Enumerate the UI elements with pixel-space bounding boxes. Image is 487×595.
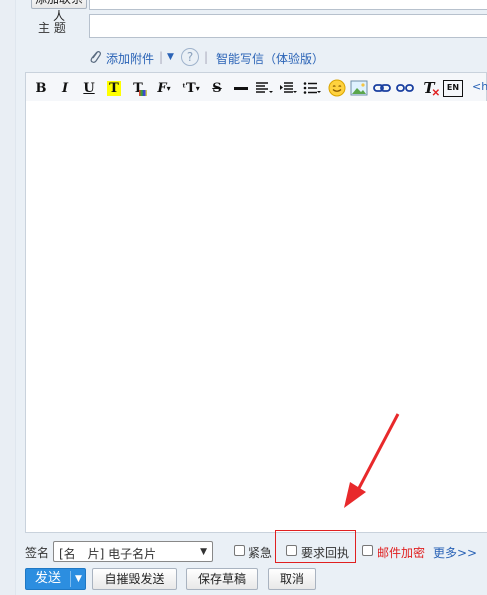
strikethrough-button[interactable]: S xyxy=(206,77,228,99)
font-family-label: F xyxy=(157,80,167,96)
align-button[interactable] xyxy=(252,77,276,99)
remove-link-button[interactable] xyxy=(394,77,416,99)
smiley-face-icon xyxy=(328,79,346,97)
signature-select[interactable]: [名 片] 电子名片 ▼ xyxy=(53,541,213,562)
recipient-row: 添加联系人 xyxy=(25,0,487,23)
en-translate-icon: EN xyxy=(443,79,463,97)
underline-button[interactable]: U xyxy=(78,77,100,99)
recipient-input[interactable] xyxy=(89,0,487,10)
send-button-group: 发送 ▼ xyxy=(25,568,86,590)
encrypt-label: 邮件加密 xyxy=(377,546,426,560)
bullet-list-icon xyxy=(303,82,321,94)
subject-label: 主 题 xyxy=(38,21,66,35)
align-left-icon xyxy=(256,82,273,93)
chevron-down-icon: ▼ xyxy=(200,547,207,557)
indent-button[interactable] xyxy=(276,77,300,99)
urgent-label: 紧急 xyxy=(248,546,273,560)
signature-label: 签名 xyxy=(25,546,50,560)
font-color-button[interactable]: T xyxy=(103,77,125,99)
font-family-button[interactable]: F ▾ xyxy=(152,77,176,99)
paperclip-icon[interactable] xyxy=(88,49,102,68)
insert-image-button[interactable] xyxy=(348,77,370,99)
font-color-label: T xyxy=(107,80,121,96)
cancel-button[interactable]: 取消 xyxy=(268,568,316,590)
red-arrow-annotation xyxy=(344,413,400,508)
font-size-button[interactable]: ᵗ T ▾ xyxy=(178,77,204,99)
background-color-button[interactable]: T xyxy=(127,77,149,99)
list-button[interactable] xyxy=(300,77,324,99)
editor-toolbar: B I U T T F ▾ ᵗ T ▾ S T ✕ EN <h xyxy=(25,72,487,102)
attachment-row: 添加附件 | ▼ ? | 智能写信（体验版） xyxy=(88,48,487,68)
signature-selected-value: [名 片] 电子名片 xyxy=(59,547,157,561)
color-swatch-icon xyxy=(139,90,147,96)
save-draft-button[interactable]: 保存草稿 xyxy=(186,568,258,590)
self-destruct-send-button[interactable]: 自摧毁发送 xyxy=(92,568,177,590)
emoji-button[interactable] xyxy=(326,77,348,99)
smart-write-link[interactable]: 智能写信（体验版） xyxy=(216,50,324,67)
dropdown-arrow-icon[interactable]: ▼ xyxy=(167,52,174,62)
editor-body[interactable] xyxy=(25,101,487,533)
separator: | xyxy=(159,50,164,64)
subject-input[interactable] xyxy=(89,14,487,38)
bold-button[interactable]: B xyxy=(30,77,52,99)
unlink-icon xyxy=(396,84,414,92)
horizontal-rule-button[interactable] xyxy=(230,77,252,99)
font-size-label: T xyxy=(186,80,196,96)
html-source-toggle[interactable]: <h xyxy=(472,80,487,93)
translate-button[interactable]: EN xyxy=(442,77,464,99)
help-icon[interactable]: ? xyxy=(181,48,199,66)
urgent-checkbox[interactable] xyxy=(234,545,245,556)
indent-icon xyxy=(280,82,297,93)
clear-format-button[interactable]: T ✕ xyxy=(418,77,440,99)
encrypt-checkbox[interactable] xyxy=(362,545,373,556)
insert-link-button[interactable] xyxy=(371,77,393,99)
separator: | xyxy=(204,50,209,64)
more-options-link[interactable]: 更多>> xyxy=(433,544,477,561)
image-icon xyxy=(350,80,368,96)
add-attachment-link[interactable]: 添加附件 xyxy=(106,50,154,67)
read-receipt-checkbox[interactable] xyxy=(286,545,297,556)
send-button[interactable]: 发送 xyxy=(26,569,70,589)
send-options-dropdown[interactable]: ▼ xyxy=(71,569,86,589)
subject-row: 主 题 xyxy=(25,14,487,38)
link-icon xyxy=(373,84,391,92)
action-row: 发送 ▼ 自摧毁发送 保存草稿 取消 xyxy=(25,568,487,592)
horizontal-rule-icon xyxy=(234,86,248,90)
read-receipt-label: 要求回执 xyxy=(301,546,350,560)
add-contact-button[interactable]: 添加联系人 xyxy=(31,0,87,23)
left-panel-edge xyxy=(0,0,16,595)
italic-button[interactable]: I xyxy=(54,77,76,99)
options-row: 签名 [名 片] 电子名片 ▼ 紧急 要求回执 邮件加密 更多>> xyxy=(25,530,487,564)
